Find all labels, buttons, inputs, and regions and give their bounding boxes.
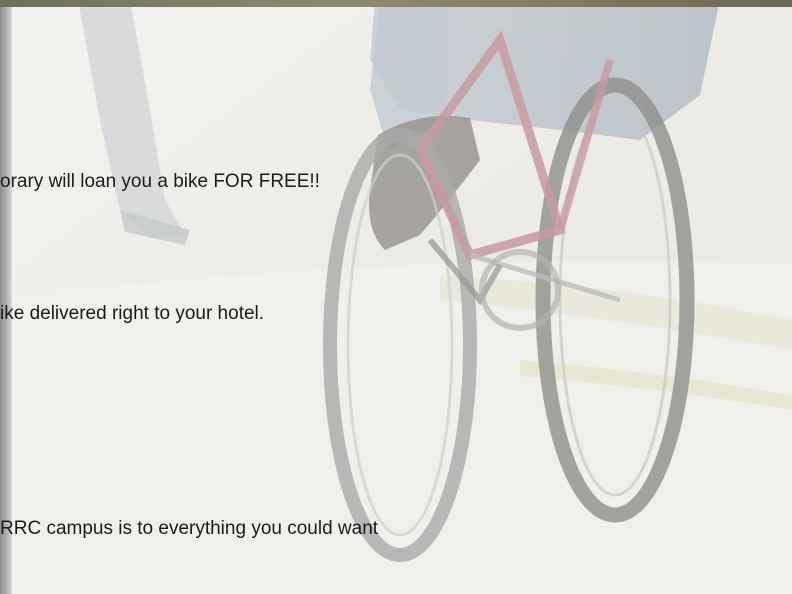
left-border-bar <box>0 7 12 594</box>
slide-text-line-3: RRC campus is to everything you could wa… <box>0 518 379 539</box>
slide: orary will loan you a bike FOR FREE!! ik… <box>0 0 792 594</box>
top-border-strip <box>0 0 792 7</box>
slide-text-line-2: ike delivered right to your hotel. <box>0 303 265 324</box>
bicycle-background-photo <box>0 0 792 594</box>
slide-text-line-1: orary will loan you a bike FOR FREE!! <box>0 171 320 192</box>
